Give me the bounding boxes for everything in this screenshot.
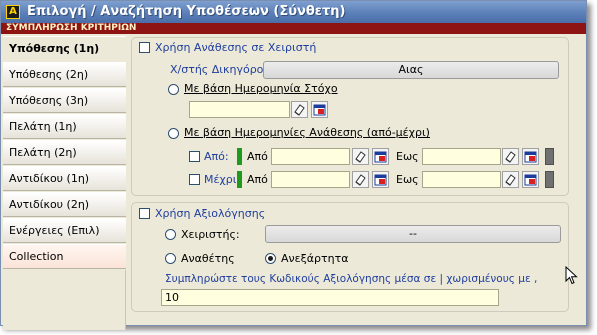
independent-radio[interactable] <box>265 253 276 264</box>
calendar-icon[interactable] <box>522 148 539 165</box>
to-marker <box>237 171 242 188</box>
calendar-icon[interactable] <box>372 171 389 188</box>
evaluation-handler-select[interactable]: -- <box>265 225 561 243</box>
assignment-range-radio[interactable] <box>168 128 179 139</box>
sidebar-item-opponent-1[interactable]: Αντιδίκου (1η) <box>3 166 126 191</box>
to-end-field[interactable] <box>422 171 501 188</box>
assignee-label: Αναθέτης <box>181 252 235 265</box>
sidebar-filler <box>3 270 126 330</box>
eraser-icon[interactable] <box>502 171 519 188</box>
to-end-label: Εως <box>396 173 419 186</box>
to-checkbox[interactable] <box>189 174 200 185</box>
title-bar[interactable]: A Επιλογή / Αναζήτηση Υποθέσεων (Σύνθετη… <box>1 1 586 23</box>
evaluation-codes-input[interactable]: 10 <box>161 289 499 306</box>
from-start-field[interactable] <box>271 148 350 165</box>
sidebar-item-case-1[interactable]: Υπόθεσης (1η) <box>3 36 126 61</box>
handler-label: Χ/στής Δικηγόρος: <box>170 63 274 76</box>
sidebar-item-label: Υπόθεσης (3η) <box>9 94 89 107</box>
to-start-label: Από <box>247 173 268 186</box>
calendar-icon[interactable] <box>311 101 328 118</box>
criteria-strip: ΣΥΜΠΛΗΡΩΣΗ ΚΡΙΤΗΡΙΩΝ <box>1 23 586 34</box>
sidebar-item-client-2[interactable]: Πελάτη (2η) <box>3 140 126 165</box>
evaluation-codes-hint: Συμπληρώστε τους Κωδικούς Αξιολόγησης μέ… <box>165 273 538 285</box>
eraser-icon[interactable] <box>352 171 369 188</box>
sidebar-item-case-3[interactable]: Υπόθεσης (3η) <box>3 88 126 113</box>
from-row-handle[interactable] <box>545 148 554 165</box>
target-date-label: Με βάση Ημερομηνία Στόχο <box>184 82 338 95</box>
from-start-label: Από <box>247 150 268 163</box>
sidebar-item-collection[interactable]: Collection <box>3 244 126 269</box>
mouse-pointer-icon <box>565 266 578 285</box>
sidebar-item-label: Ενέργειες (Επιλ) <box>9 224 100 237</box>
evaluation-handler-radio[interactable] <box>165 229 176 240</box>
from-marker <box>237 148 242 165</box>
from-checkbox-label: Από: <box>204 150 229 163</box>
handler-select[interactable]: Αιας <box>263 61 559 79</box>
assignee-radio[interactable] <box>165 253 176 264</box>
use-assignment-label: Χρήση Ανάθεσης σε Χειριστή <box>155 41 317 54</box>
evaluation-handler-label: Χειριστής: <box>181 228 240 241</box>
from-checkbox[interactable] <box>189 151 200 162</box>
app-icon: A <box>6 5 20 19</box>
target-date-field[interactable] <box>189 101 290 118</box>
eraser-icon[interactable] <box>502 148 519 165</box>
sidebar-item-label: Πελάτη (1η) <box>9 120 77 133</box>
sidebar-item-label: Collection <box>9 250 64 263</box>
sidebar-item-actions[interactable]: Ενέργειες (Επιλ) <box>3 218 126 243</box>
use-evaluation-checkbox[interactable] <box>139 208 150 219</box>
sidebar-item-label: Πελάτη (2η) <box>9 146 77 159</box>
eraser-icon[interactable] <box>291 101 308 118</box>
eraser-icon[interactable] <box>352 148 369 165</box>
sidebar-item-label: Υπόθεσης (1η) <box>9 42 100 55</box>
target-date-radio[interactable] <box>168 84 179 95</box>
criteria-strip-label: ΣΥΜΠΛΗΡΩΣΗ ΚΡΙΤΗΡΙΩΝ <box>6 23 137 33</box>
to-row-handle[interactable] <box>545 171 554 188</box>
window-title: Επιλογή / Αναζήτηση Υποθέσεων (Σύνθετη) <box>27 4 346 19</box>
sidebar-item-label: Αντιδίκου (2η) <box>9 198 90 211</box>
sidebar-item-label: Αντιδίκου (1η) <box>9 172 90 185</box>
independent-label: Ανεξάρτητα <box>281 252 349 265</box>
calendar-icon[interactable] <box>522 171 539 188</box>
to-start-field[interactable] <box>271 171 350 188</box>
from-end-label: Εως <box>396 150 419 163</box>
assignment-group: Χρήση Ανάθεσης σε Χειριστή Χ/στής Δικηγό… <box>131 37 569 196</box>
sidebar: Υπόθεσης (1η) Υπόθεσης (2η) Υπόθεσης (3η… <box>3 36 126 330</box>
use-assignment-checkbox[interactable] <box>139 42 150 53</box>
calendar-icon[interactable] <box>372 148 389 165</box>
main-window: A Επιλογή / Αναζήτηση Υποθέσεων (Σύνθετη… <box>0 0 587 330</box>
use-evaluation-label: Χρήση Αξιολόγησης <box>155 207 266 220</box>
sidebar-item-opponent-2[interactable]: Αντιδίκου (2η) <box>3 192 126 217</box>
sidebar-item-label: Υπόθεσης (2η) <box>9 68 89 81</box>
from-end-field[interactable] <box>422 148 501 165</box>
sidebar-item-case-2[interactable]: Υπόθεσης (2η) <box>3 62 126 87</box>
sidebar-item-client-1[interactable]: Πελάτη (1η) <box>3 114 126 139</box>
to-checkbox-label: Μέχρι: <box>204 173 241 186</box>
assignment-range-label: Με βάση Ημερομηνίες Ανάθεσης (από-μέχρι) <box>184 126 430 139</box>
evaluation-group: Χρήση Αξιολόγησης Χειριστής: -- Αναθέτης… <box>131 202 569 312</box>
